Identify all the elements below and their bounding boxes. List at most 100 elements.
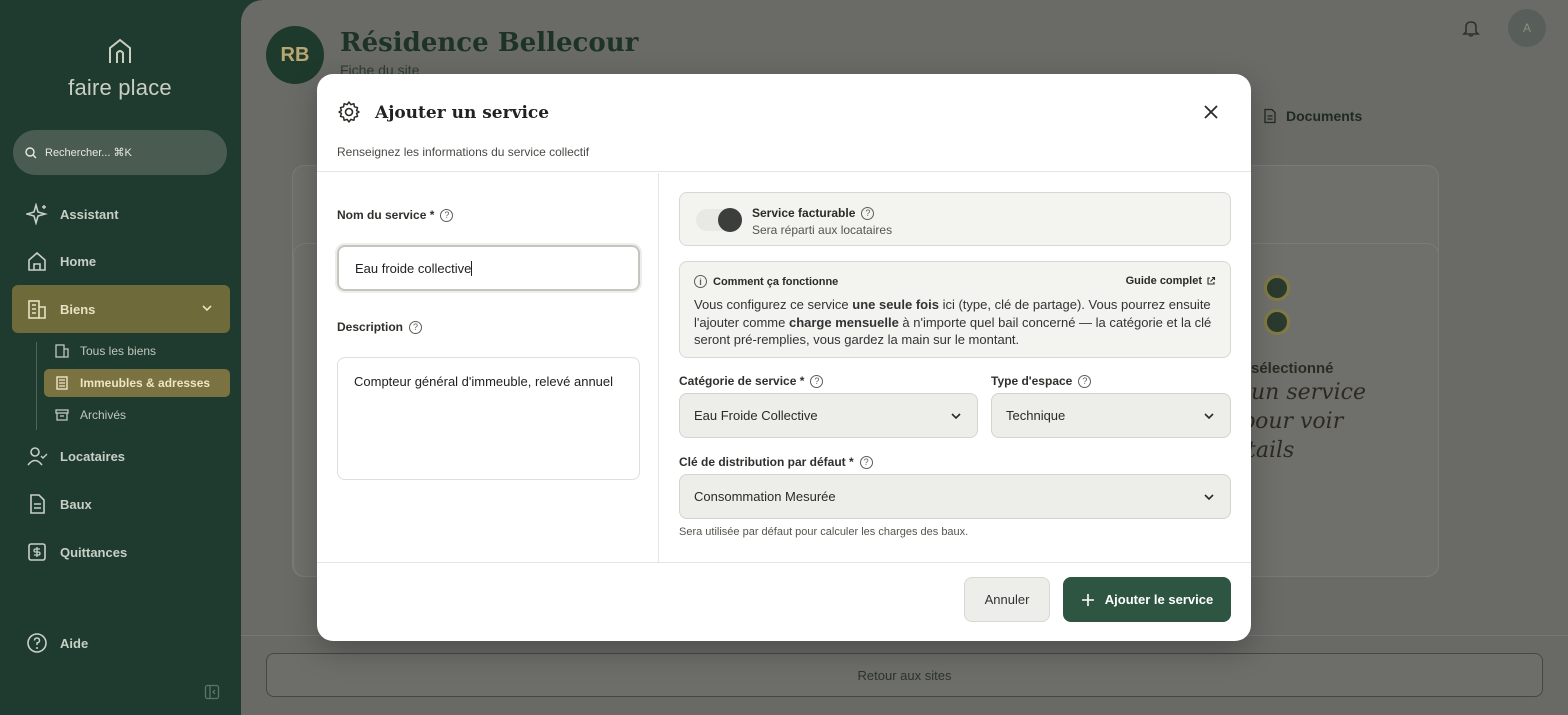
subnav-line bbox=[36, 342, 37, 430]
document-icon bbox=[30, 494, 45, 514]
empty-state-line: un service bbox=[1251, 380, 1366, 405]
billable-toggle[interactable] bbox=[696, 208, 742, 232]
close-icon bbox=[1204, 105, 1218, 119]
modal-header: Ajouter un service Renseignez les inform… bbox=[317, 74, 1251, 172]
label-text: Service facturable bbox=[752, 206, 856, 220]
tab-label: Documents bbox=[1286, 108, 1363, 124]
nav-item-aide[interactable]: Aide bbox=[12, 623, 230, 663]
info-text-bold: une seule fois bbox=[852, 297, 939, 312]
help-icon[interactable]: ? bbox=[810, 374, 824, 388]
site-avatar: RB bbox=[266, 26, 324, 84]
nav-label: Quittances bbox=[60, 544, 128, 560]
subnav-item-buildings[interactable]: Immeubles & adresses bbox=[44, 369, 230, 397]
info-title: i Comment ça fonctionne bbox=[694, 275, 838, 288]
description-textarea[interactable]: Compteur général d'immeuble, relevé annu… bbox=[337, 357, 640, 480]
label-text: Nom du service * bbox=[337, 208, 435, 222]
page-title: Résidence Bellecour bbox=[340, 28, 639, 58]
nav-label: Home bbox=[60, 253, 97, 269]
decor-dot bbox=[1264, 275, 1290, 301]
nav-label: Locataires bbox=[60, 448, 126, 464]
billable-sub: Sera réparti aux locataires bbox=[752, 223, 893, 237]
distribution-key-select[interactable]: Consommation Mesurée bbox=[679, 474, 1231, 519]
info-box: i Comment ça fonctionne Guide complet Vo… bbox=[679, 261, 1231, 358]
select-value: Consommation Mesurée bbox=[694, 489, 836, 504]
info-icon: i bbox=[694, 275, 707, 288]
space-type-label: Type d'espace ? bbox=[991, 374, 1092, 388]
empty-state-line: pour voir bbox=[1241, 409, 1344, 434]
sidebar-collapse-icon bbox=[204, 684, 220, 700]
guide-link[interactable]: Guide complet bbox=[1126, 275, 1216, 287]
text-caret bbox=[471, 260, 473, 276]
cancel-button[interactable]: Annuler bbox=[964, 577, 1050, 622]
nav-item-assistant[interactable]: Assistant bbox=[12, 194, 230, 234]
empty-state-title: sélectionné bbox=[1251, 360, 1334, 377]
nav-item-biens[interactable]: Biens bbox=[12, 285, 230, 333]
input-value: Eau froide collective bbox=[355, 260, 472, 276]
label-text: Description bbox=[337, 320, 404, 334]
guide-link-text: Guide complet bbox=[1125, 275, 1202, 287]
service-name-input[interactable]: Eau froide collective bbox=[337, 245, 640, 291]
user-avatar[interactable]: A bbox=[1508, 9, 1546, 47]
category-select[interactable]: Eau Froide Collective bbox=[679, 393, 978, 438]
sidebar: faire place Rechercher... ⌘K Assistant H… bbox=[0, 0, 241, 715]
user-icon bbox=[27, 447, 48, 466]
info-text: Vous configurez ce service une seule foi… bbox=[694, 296, 1218, 349]
add-service-button[interactable]: Ajouter le service bbox=[1063, 577, 1231, 622]
help-icon[interactable]: ? bbox=[409, 320, 423, 334]
modal-footer: Annuler Ajouter le service bbox=[317, 562, 1251, 641]
nav-item-baux[interactable]: Baux bbox=[12, 484, 230, 524]
nav-item-home[interactable]: Home bbox=[12, 241, 230, 281]
description-label: Description ? bbox=[337, 320, 423, 334]
back-to-sites-button[interactable]: Retour aux sites bbox=[266, 653, 1543, 697]
decor-dot bbox=[1264, 309, 1290, 335]
nav-label: Baux bbox=[60, 496, 92, 512]
nav-label: Aide bbox=[60, 635, 89, 651]
empty-state-line: tails bbox=[1247, 438, 1295, 463]
chevron-down-icon bbox=[951, 413, 961, 420]
document-icon bbox=[1264, 108, 1276, 124]
space-type-select[interactable]: Technique bbox=[991, 393, 1231, 438]
nav-label: Biens bbox=[60, 301, 96, 317]
help-icon[interactable]: ? bbox=[440, 208, 454, 222]
search-icon bbox=[25, 146, 37, 158]
billable-label: Service facturable ? bbox=[752, 206, 875, 220]
service-name-label: Nom du service * ? bbox=[337, 208, 454, 222]
select-value: Technique bbox=[1006, 408, 1066, 423]
chevron-down-icon bbox=[1204, 494, 1214, 501]
logo-text: faire place bbox=[68, 75, 172, 100]
gear-icon bbox=[337, 100, 361, 129]
help-icon[interactable]: ? bbox=[1078, 374, 1092, 388]
external-link-icon bbox=[1207, 276, 1216, 285]
building-icon bbox=[55, 344, 69, 358]
logo-house-icon bbox=[109, 38, 131, 63]
bell-icon bbox=[1462, 21, 1480, 37]
building-icon bbox=[28, 300, 46, 319]
button-label: Ajouter le service bbox=[1104, 592, 1214, 607]
help-icon[interactable]: ? bbox=[861, 206, 875, 220]
select-value: Eau Froide Collective bbox=[694, 408, 818, 423]
sparkle-icon bbox=[26, 203, 48, 225]
help-icon bbox=[27, 633, 47, 653]
help-icon[interactable]: ? bbox=[859, 455, 873, 469]
info-title-text: Comment ça fonctionne bbox=[713, 275, 839, 288]
nav-item-quittances[interactable]: Quittances bbox=[12, 532, 230, 572]
subnav-item-archived[interactable]: Archivés bbox=[44, 401, 230, 429]
home-icon bbox=[28, 251, 46, 271]
notifications-button[interactable] bbox=[1461, 18, 1481, 43]
search-input[interactable]: Rechercher... ⌘K bbox=[13, 130, 227, 175]
nav-item-locataires[interactable]: Locataires bbox=[12, 436, 230, 476]
tab-documents[interactable]: Documents bbox=[1262, 108, 1362, 124]
subnav-item-all[interactable]: Tous les biens bbox=[44, 337, 230, 365]
close-button[interactable] bbox=[1201, 102, 1221, 127]
info-text-part: Vous configurez ce service bbox=[694, 297, 853, 312]
subnav-label: Archivés bbox=[80, 408, 127, 422]
archive-icon bbox=[55, 409, 69, 421]
label-text: Type d'espace bbox=[991, 374, 1073, 388]
chevron-down-icon bbox=[202, 305, 212, 312]
category-label: Catégorie de service * ? bbox=[679, 374, 824, 388]
logo[interactable]: faire place bbox=[64, 36, 176, 101]
plus-icon bbox=[1081, 593, 1094, 606]
collapse-sidebar-button[interactable] bbox=[204, 684, 220, 705]
subnav-label: Tous les biens bbox=[80, 344, 157, 358]
billable-card: Service facturable ? Sera réparti aux lo… bbox=[679, 192, 1231, 246]
